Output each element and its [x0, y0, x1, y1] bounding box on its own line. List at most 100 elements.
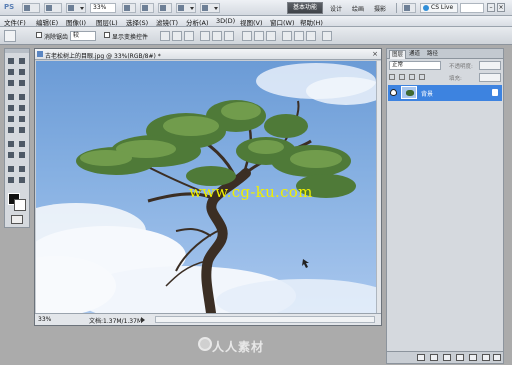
minimize-button[interactable]: – — [487, 3, 495, 12]
lock-all-icon[interactable] — [419, 74, 425, 80]
3d-orbit-icon[interactable] — [18, 165, 27, 173]
distribute-right-icon[interactable] — [306, 31, 316, 41]
distribute-middle-icon[interactable] — [254, 31, 264, 41]
layer-row-background[interactable]: 背景 — [388, 85, 502, 101]
shape-tool-icon[interactable] — [18, 151, 27, 159]
image-file-icon — [37, 51, 43, 57]
delete-layer-icon[interactable] — [493, 354, 501, 361]
distribute-left-icon[interactable] — [282, 31, 292, 41]
arrange-documents-button[interactable] — [176, 3, 196, 13]
menu-select[interactable]: 选择(S) — [126, 17, 148, 27]
tab-paths[interactable]: 路径 — [425, 50, 440, 59]
move-tool-icon[interactable] — [7, 57, 16, 65]
auto-align-icon[interactable] — [322, 31, 332, 41]
healing-brush-icon[interactable] — [7, 93, 16, 101]
tab-channels[interactable]: 通道 — [407, 50, 422, 59]
align-middle-icon[interactable] — [172, 31, 182, 41]
workspace-menu-button[interactable] — [402, 3, 416, 13]
background-color-swatch[interactable] — [14, 199, 26, 211]
clone-stamp-icon[interactable] — [7, 104, 16, 112]
blend-mode-select[interactable]: 正常 — [389, 61, 441, 70]
current-tool-icon[interactable] — [4, 30, 16, 42]
workspace-photography-link[interactable]: 摄影 — [374, 4, 386, 13]
history-brush-icon[interactable] — [18, 104, 27, 112]
rotate-view-button[interactable] — [158, 3, 172, 13]
quick-select-tool-icon[interactable] — [18, 68, 27, 76]
menu-view[interactable]: 视图(V) — [240, 17, 263, 27]
status-zoom[interactable]: 33% — [38, 316, 51, 323]
layer-style-icon[interactable] — [430, 354, 438, 361]
gradient-tool-icon[interactable] — [18, 115, 27, 123]
quick-mask-button[interactable] — [11, 215, 23, 224]
workspace-painting-link[interactable]: 绘画 — [352, 4, 364, 13]
marquee-tool-icon[interactable] — [18, 57, 27, 65]
lock-transparent-icon[interactable] — [389, 74, 395, 80]
align-left-icon[interactable] — [200, 31, 210, 41]
workspace-essentials-button[interactable]: 基本功能 — [287, 2, 323, 14]
eyedropper-tool-icon[interactable] — [18, 79, 27, 87]
fill-field[interactable] — [479, 73, 501, 82]
image-canvas[interactable]: www.cg-ku.com — [36, 61, 376, 313]
status-menu-arrow-icon[interactable] — [141, 317, 145, 323]
pen-tool-icon[interactable] — [7, 140, 16, 148]
menu-3d[interactable]: 3D(D) — [216, 17, 235, 25]
lock-pixels-icon[interactable] — [399, 74, 405, 80]
menu-file[interactable]: 文件(F) — [4, 17, 26, 27]
menu-layer[interactable]: 图层(L) — [96, 17, 118, 27]
search-input[interactable] — [460, 3, 484, 13]
menu-analysis[interactable]: 分析(A) — [186, 17, 209, 27]
show-transform-checkbox[interactable] — [104, 32, 110, 38]
align-bottom-icon[interactable] — [184, 31, 194, 41]
path-select-icon[interactable] — [7, 151, 16, 159]
menu-window[interactable]: 窗口(W) — [270, 17, 295, 27]
menu-help[interactable]: 帮助(H) — [300, 17, 323, 27]
link-layers-icon[interactable] — [417, 354, 425, 361]
screen-mode-icon — [202, 5, 208, 11]
panel-grip[interactable] — [5, 49, 29, 53]
distribute-top-icon[interactable] — [242, 31, 252, 41]
extras-button[interactable] — [66, 3, 86, 13]
distribute-bottom-icon[interactable] — [266, 31, 276, 41]
lock-position-icon[interactable] — [409, 74, 415, 80]
dodge-tool-icon[interactable] — [18, 126, 27, 134]
mini-bridge-button[interactable] — [44, 3, 62, 13]
workspace-design-link[interactable]: 设计 — [330, 4, 342, 13]
menu-image[interactable]: 图像(I) — [66, 17, 86, 27]
cs-live-button[interactable]: CS Live — [420, 3, 458, 13]
add-mask-icon[interactable] — [443, 354, 451, 361]
blur-tool-icon[interactable] — [7, 126, 16, 134]
vertical-scrollbar[interactable] — [376, 61, 381, 313]
adjustment-layer-icon[interactable] — [456, 354, 464, 361]
brush-tool-icon[interactable] — [18, 93, 27, 101]
eraser-tool-icon[interactable] — [7, 115, 16, 123]
3d-rotate-icon[interactable] — [7, 165, 16, 173]
align-top-icon[interactable] — [160, 31, 170, 41]
hand-tool-icon[interactable] — [7, 176, 16, 184]
close-window-button[interactable]: × — [497, 3, 505, 12]
align-right-icon[interactable] — [224, 31, 234, 41]
align-center-icon[interactable] — [212, 31, 222, 41]
type-tool-icon[interactable] — [18, 140, 27, 148]
zoom-tool-icon[interactable] — [18, 176, 27, 184]
lasso-tool-icon[interactable] — [7, 68, 16, 76]
hand-tool-button[interactable] — [122, 3, 136, 13]
zoom-level-field[interactable]: 33% — [90, 3, 116, 13]
zoom-tool-button[interactable] — [140, 3, 154, 13]
horizontal-scrollbar[interactable] — [155, 316, 375, 323]
magnifier-icon — [142, 5, 148, 11]
bridge-button[interactable] — [22, 3, 40, 13]
visibility-eye-icon[interactable] — [390, 89, 397, 96]
document-tab[interactable]: 古老松树上的目眼.jpg @ 33%(RGB/8#) * × — [35, 49, 381, 60]
menu-edit[interactable]: 编辑(E) — [36, 17, 58, 27]
distribute-center-icon[interactable] — [294, 31, 304, 41]
screen-mode-button[interactable] — [200, 3, 220, 13]
tab-layers[interactable]: 图层 — [389, 50, 407, 59]
new-group-icon[interactable] — [469, 354, 477, 361]
close-document-icon[interactable]: × — [372, 50, 378, 58]
opacity-field[interactable] — [479, 61, 501, 70]
crop-tool-icon[interactable] — [7, 79, 16, 87]
antialias-checkbox[interactable] — [36, 32, 42, 38]
new-layer-icon[interactable] — [482, 354, 490, 361]
menu-filter[interactable]: 滤镜(T) — [156, 17, 178, 27]
style-select[interactable]: 较 — [70, 31, 96, 41]
